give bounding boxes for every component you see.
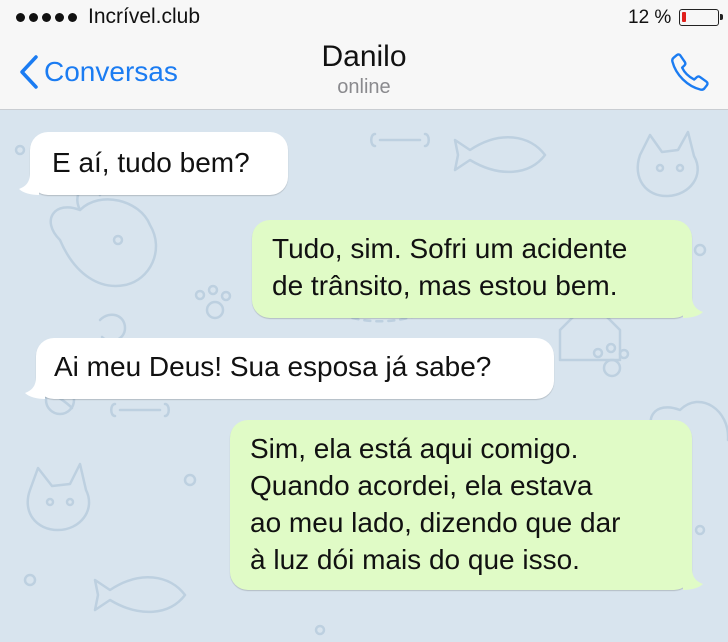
message-bubble-outgoing[interactable]: Sim, ela está aqui comigo. Quando acorde…: [230, 420, 703, 590]
message-text: Sim, ela está aqui comigo.: [250, 433, 579, 464]
message-text: Quando acordei, ela estava: [250, 470, 593, 501]
message-text: à luz dói mais do que isso.: [250, 544, 580, 575]
contact-name: Danilo: [321, 40, 407, 73]
message-text: E aí, tudo bem?: [52, 147, 250, 178]
message-text: Ai meu Deus! Sua esposa já sabe?: [54, 351, 492, 382]
message-bubble-incoming[interactable]: E aí, tudo bem?: [19, 132, 288, 195]
chat-area[interactable]: E aí, tudo bem? Tudo, sim. Sofri um acid…: [0, 110, 728, 642]
contact-status: online: [337, 76, 391, 98]
contact-title[interactable]: Danilo online: [0, 40, 728, 99]
signal-strength-icon: [16, 13, 77, 22]
message-bubble-outgoing[interactable]: Tudo, sim. Sofri um acidente de trânsito…: [252, 220, 703, 318]
battery-icon: [679, 9, 723, 26]
chat-header: Conversas Danilo online: [0, 34, 728, 110]
bubble-tail: [25, 377, 45, 399]
battery-percentage: 12 %: [628, 7, 672, 28]
battery-level-fill: [682, 12, 686, 22]
bubble-tail: [683, 568, 703, 590]
message-text: ao meu lado, dizendo que dar: [250, 507, 621, 538]
status-bar: Incrível.club 12 %: [0, 0, 728, 34]
message-text: de trânsito, mas estou bem.: [272, 270, 618, 301]
bubble-tail: [19, 173, 39, 195]
call-button[interactable]: [668, 50, 712, 94]
message-text: Tudo, sim. Sofri um acidente: [272, 233, 628, 264]
phone-icon: [671, 53, 709, 91]
message-bubble-incoming[interactable]: Ai meu Deus! Sua esposa já sabe?: [25, 338, 554, 399]
carrier-name: Incrível.club: [88, 5, 201, 28]
bubble-tail: [683, 296, 703, 318]
